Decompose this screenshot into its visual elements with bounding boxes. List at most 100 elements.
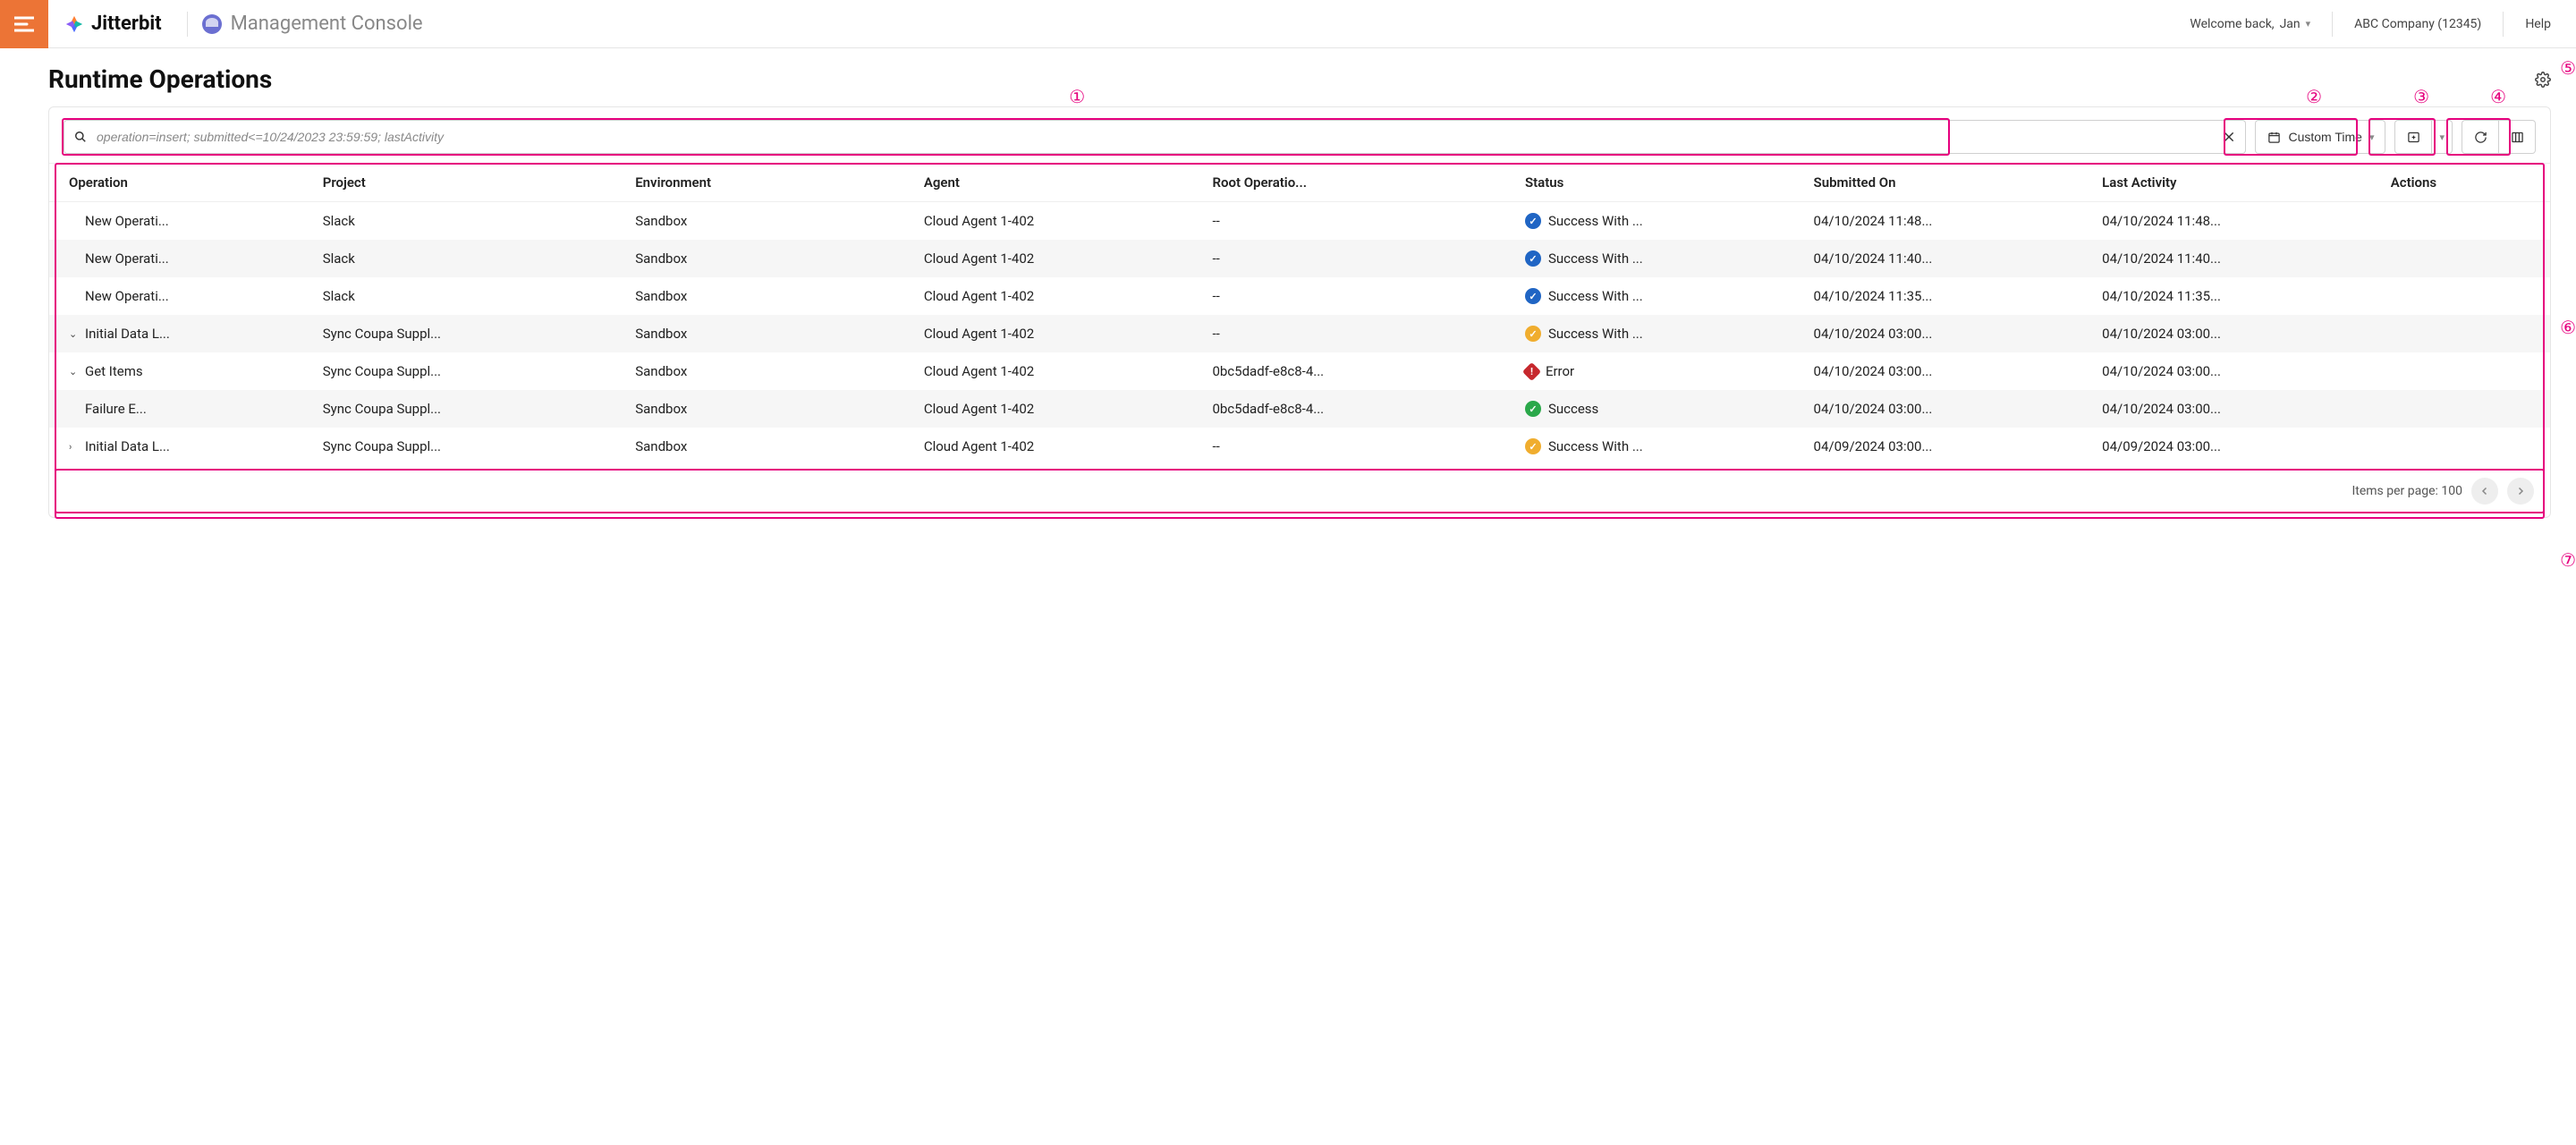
agent-cell: Cloud Agent 1-402 [915, 428, 1204, 465]
refresh-button[interactable] [2462, 120, 2499, 154]
submitted-cell: 04/09/2024 03:00... [1805, 428, 2094, 465]
environment-cell: Sandbox [626, 428, 915, 465]
dashboard-icon [202, 14, 222, 34]
divider [187, 12, 188, 37]
last-activity-cell: 04/10/2024 11:35... [2093, 277, 2382, 315]
root-cell: 0bc5dadf-e8c8-4... [1203, 352, 1516, 390]
tree-caret-icon[interactable]: › [69, 441, 80, 453]
project-cell: Sync Coupa Suppl... [314, 315, 627, 352]
table-wrap: Operation Project Environment Agent Root… [49, 163, 2550, 465]
annotation-7: ⑦ [2560, 549, 2576, 571]
operation-name: New Operati... [85, 250, 169, 267]
environment-cell: Sandbox [626, 352, 915, 390]
col-last[interactable]: Last Activity [2093, 164, 2382, 202]
chevron-down-icon: ▾ [2369, 131, 2375, 143]
time-range-button[interactable]: Custom Time ▾ [2255, 120, 2385, 154]
settings-gear-icon[interactable] [2535, 72, 2551, 88]
toolbar: Custom Time ▾ ▾ [49, 107, 2550, 163]
search-icon [74, 131, 87, 143]
brand-name: Jitterbit [91, 13, 162, 35]
items-per-page-label: Items per page: 100 [2351, 484, 2462, 498]
top-bar: Jitterbit Management Console Welcome bac… [0, 0, 2576, 48]
prev-page-button[interactable] [2471, 478, 2498, 505]
annotation-6: ⑥ [2560, 317, 2576, 338]
operation-name: Get Items [85, 363, 143, 379]
actions-cell[interactable] [2382, 428, 2550, 465]
brand-logo-icon [64, 14, 84, 34]
pager: Items per page: 100 [49, 465, 2550, 513]
next-page-button[interactable] [2507, 478, 2534, 505]
last-activity-cell: 04/10/2024 03:00... [2093, 315, 2382, 352]
actions-cell[interactable] [2382, 390, 2550, 428]
table-row[interactable]: ⌄ Get Items Sync Coupa Suppl...SandboxClou… [49, 352, 2550, 390]
col-agent[interactable]: Agent [915, 164, 1204, 202]
environment-cell: Sandbox [626, 240, 915, 277]
actions-cell[interactable] [2382, 352, 2550, 390]
search-wrap [64, 120, 2246, 154]
actions-cell[interactable] [2382, 202, 2550, 241]
last-activity-cell: 04/10/2024 03:00... [2093, 352, 2382, 390]
agent-cell: Cloud Agent 1-402 [915, 315, 1204, 352]
col-root[interactable]: Root Operatio... [1203, 164, 1516, 202]
status-text: Success With ... [1548, 326, 1643, 342]
refresh-icon [2473, 130, 2487, 144]
annotation-5: ⑤ [2560, 57, 2576, 79]
col-project[interactable]: Project [314, 164, 627, 202]
actions-cell[interactable] [2382, 277, 2550, 315]
project-cell: Sync Coupa Suppl... [314, 428, 627, 465]
agent-cell: Cloud Agent 1-402 [915, 202, 1204, 241]
search-input[interactable] [64, 120, 2246, 154]
table-row[interactable]: ⌄Initial Data L...Sync Coupa Suppl...San… [49, 315, 2550, 352]
user-menu[interactable]: Welcome back, Jan ▾ [2190, 17, 2310, 31]
page-body: Runtime Operations Custom Tim [0, 48, 2576, 543]
col-submitted[interactable]: Submitted On [1805, 164, 2094, 202]
status-text: Error [1546, 363, 1574, 379]
top-right: Welcome back, Jan ▾ ABC Company (12345) … [2190, 12, 2576, 37]
root-cell: -- [1203, 315, 1516, 352]
agent-cell: Cloud Agent 1-402 [915, 352, 1204, 390]
status-badge-icon: ✓ [1525, 438, 1541, 454]
submitted-cell: 04/10/2024 03:00... [1805, 315, 2094, 352]
table-row[interactable]: New Operati...SlackSandboxCloud Agent 1-… [49, 277, 2550, 315]
col-environment[interactable]: Environment [626, 164, 915, 202]
table-row[interactable]: ›Initial Data L...Sync Coupa Suppl...San… [49, 428, 2550, 465]
status-badge-icon: ✓ [1525, 288, 1541, 304]
menu-button[interactable] [0, 0, 48, 48]
actions-cell[interactable] [2382, 240, 2550, 277]
table-row[interactable]: New Operati...SlackSandboxCloud Agent 1-… [49, 240, 2550, 277]
hamburger-icon [14, 16, 34, 32]
col-actions[interactable]: Actions [2382, 164, 2550, 202]
col-operation[interactable]: Operation [49, 164, 314, 202]
table-row[interactable]: Failure E...Sync Coupa Suppl...SandboxCl… [49, 390, 2550, 428]
root-cell: 0bc5dadf-e8c8-4... [1203, 390, 1516, 428]
welcome-prefix: Welcome back, [2190, 17, 2274, 31]
last-activity-cell: 04/09/2024 03:00... [2093, 428, 2382, 465]
environment-cell: Sandbox [626, 390, 915, 428]
root-cell: -- [1203, 277, 1516, 315]
main-panel: Custom Time ▾ ▾ [48, 106, 2551, 518]
save-view-dropdown[interactable]: ▾ [2432, 120, 2453, 154]
save-icon [2406, 130, 2420, 144]
last-activity-cell: 04/10/2024 03:00... [2093, 390, 2382, 428]
help-link[interactable]: Help [2525, 17, 2551, 31]
operation-name: Initial Data L... [85, 326, 170, 342]
status-badge-icon: ! [1522, 361, 1541, 380]
status-text: Success With ... [1548, 288, 1643, 304]
project-cell: Sync Coupa Suppl... [314, 390, 627, 428]
submitted-cell: 04/10/2024 11:48... [1805, 202, 2094, 241]
table-row[interactable]: New Operati...SlackSandboxCloud Agent 1-… [49, 202, 2550, 241]
actions-cell[interactable] [2382, 315, 2550, 352]
time-range-label: Custom Time [2288, 130, 2361, 144]
save-view-group: ▾ [2394, 120, 2453, 154]
tree-caret-icon[interactable]: ⌄ [69, 366, 80, 377]
submitted-cell: 04/10/2024 11:40... [1805, 240, 2094, 277]
operation-name: New Operati... [85, 288, 169, 304]
tree-caret-icon[interactable]: ⌄ [69, 328, 80, 340]
chevron-down-icon: ▾ [2439, 131, 2445, 143]
org-label: ABC Company (12345) [2354, 17, 2481, 31]
save-view-button[interactable] [2394, 120, 2432, 154]
project-cell: Sync Coupa Suppl... [314, 352, 627, 390]
columns-button[interactable] [2499, 120, 2536, 154]
col-status[interactable]: Status [1516, 164, 1805, 202]
clear-icon[interactable] [2223, 131, 2235, 143]
